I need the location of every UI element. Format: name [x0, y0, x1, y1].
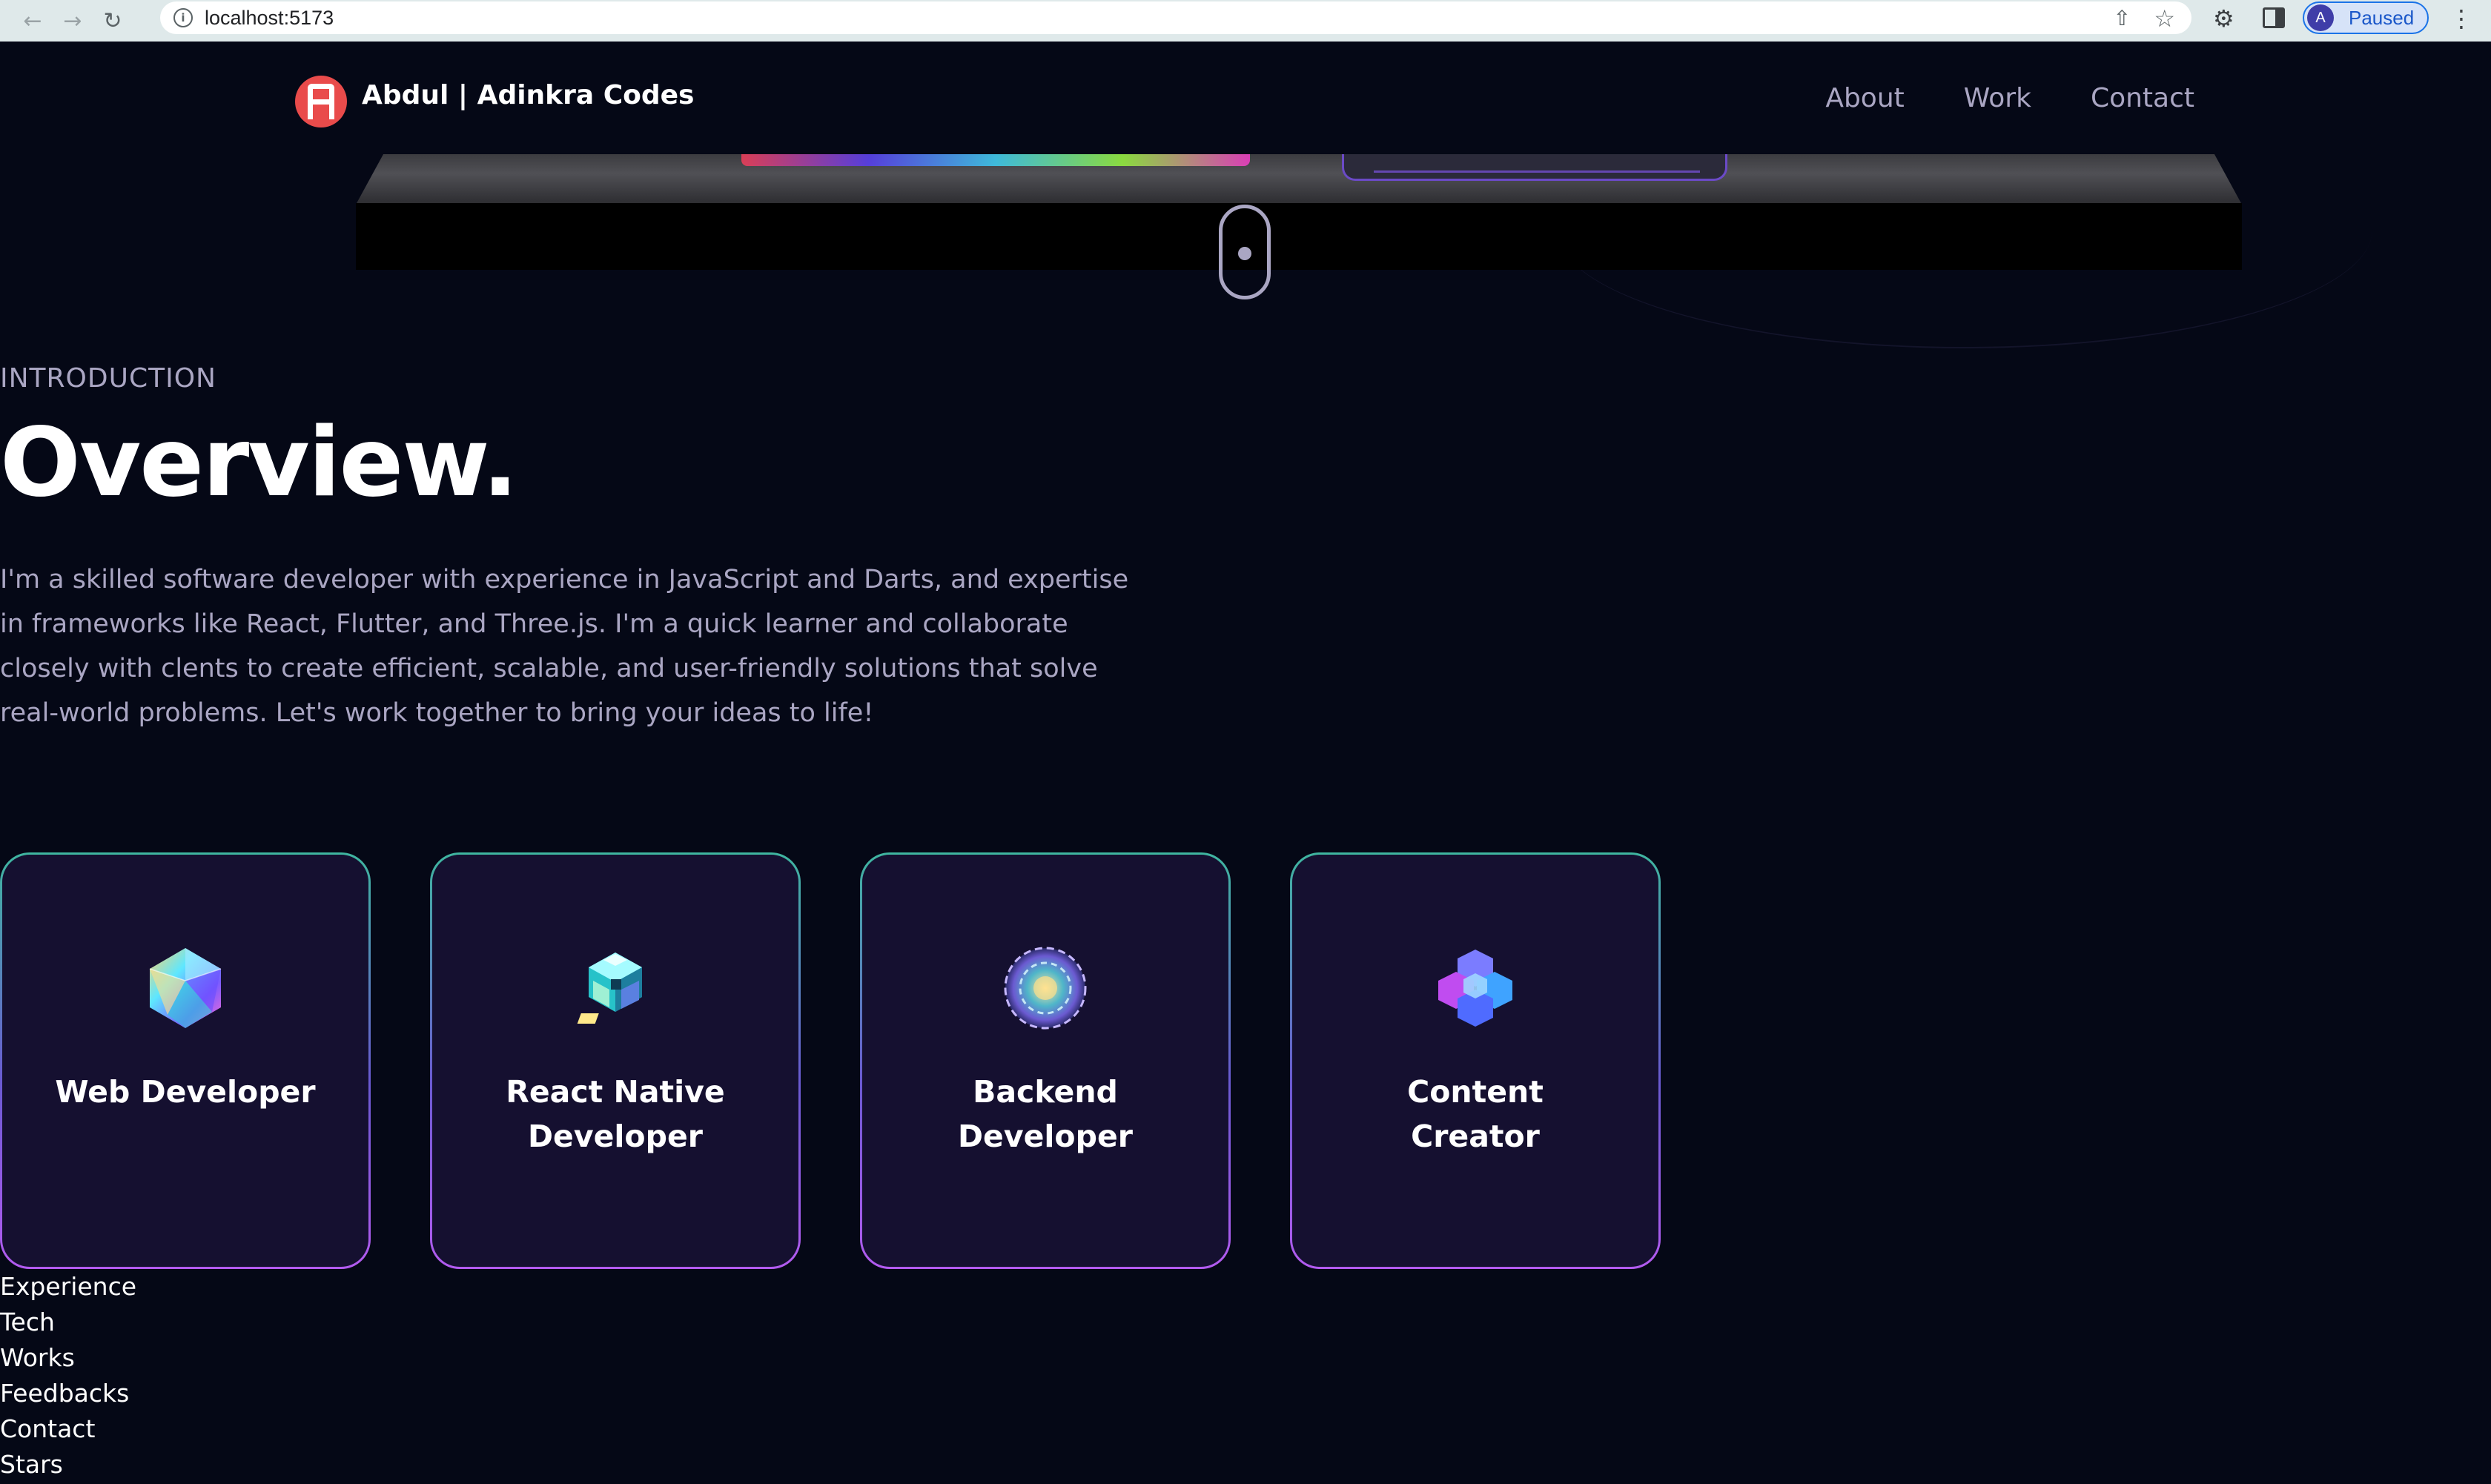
- mousepad-graphic: [1342, 154, 1727, 181]
- section-heading: Overview.: [0, 408, 518, 518]
- address-url[interactable]: localhost:5173: [205, 7, 334, 30]
- desk-surface: [356, 153, 2242, 205]
- site-navbar: Abdul | Adinkra Codes About Work Contact: [0, 42, 2491, 154]
- share-icon[interactable]: ⇧: [2114, 6, 2131, 30]
- scroll-dot-icon: [1238, 247, 1251, 260]
- service-title: Backend Developer: [958, 1074, 1133, 1154]
- profile-status: Paused: [2349, 6, 2415, 29]
- logo-icon[interactable]: [295, 76, 347, 127]
- section-item-experience: Experience: [0, 1272, 137, 1301]
- service-card-web[interactable]: Web Developer: [0, 852, 371, 1269]
- keyboard-graphic: [741, 154, 1250, 166]
- side-panel-icon[interactable]: [2263, 7, 2285, 28]
- browser-toolbar: ← → ↻ i localhost:5173 ⇧ ☆ ⚙ A Paused ⋮: [0, 0, 2491, 42]
- nav-links: About Work Contact: [1825, 83, 2194, 113]
- service-card-backend[interactable]: Backend Developer: [860, 852, 1231, 1269]
- section-item-stars: Stars: [0, 1450, 63, 1479]
- section-item-feedbacks: Feedbacks: [0, 1379, 130, 1408]
- brand-name[interactable]: Abdul | Adinkra Codes: [362, 80, 694, 110]
- nav-link-contact[interactable]: Contact: [2091, 83, 2194, 113]
- address-bar[interactable]: i localhost:5173 ⇧ ☆: [160, 1, 2191, 34]
- service-title: Content Creator: [1407, 1074, 1544, 1154]
- icosahedron-icon: [149, 948, 222, 1028]
- section-item-tech: Tech: [0, 1308, 55, 1336]
- reload-icon[interactable]: ↻: [98, 6, 128, 36]
- section-list: Experience Tech Works Feedbacks Contact …: [0, 1269, 136, 1483]
- kebab-menu-icon[interactable]: ⋮: [2449, 4, 2473, 33]
- scroll-down-indicator[interactable]: [1219, 205, 1271, 299]
- overview-paragraph: I'm a skilled software developer with ex…: [0, 565, 1129, 728]
- cube-cluster-icon: [577, 953, 642, 1024]
- section-item-contact: Contact: [0, 1414, 96, 1443]
- hexagon-flower-icon: [1438, 950, 1512, 1027]
- section-subtitle: INTRODUCTION: [0, 363, 216, 394]
- extensions-puzzle-icon[interactable]: ⚙: [2213, 4, 2234, 33]
- service-card-react-native[interactable]: React Native Developer: [430, 852, 801, 1269]
- avatar: A: [2307, 4, 2334, 31]
- back-arrow-icon[interactable]: ←: [18, 6, 47, 36]
- site-info-icon[interactable]: i: [173, 8, 193, 27]
- profile-button[interactable]: A Paused: [2303, 1, 2429, 34]
- geodesic-sphere-icon: [1004, 947, 1087, 1030]
- desk-front: [356, 203, 2242, 270]
- service-title: React Native Developer: [506, 1074, 725, 1154]
- service-card-content[interactable]: Content Creator: [1290, 852, 1661, 1269]
- forward-arrow-icon[interactable]: →: [58, 6, 87, 36]
- nav-link-about[interactable]: About: [1825, 83, 1904, 113]
- service-title: Web Developer: [55, 1074, 316, 1110]
- section-item-works: Works: [0, 1343, 75, 1372]
- nav-link-work[interactable]: Work: [1964, 83, 2031, 113]
- bookmark-star-icon[interactable]: ☆: [2154, 4, 2175, 33]
